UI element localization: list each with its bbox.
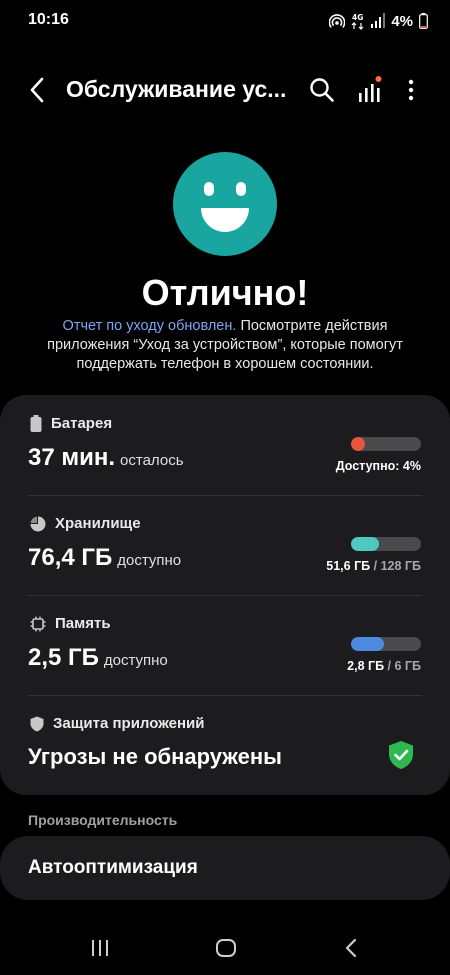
battery-value: 37 мин. xyxy=(28,444,116,471)
app-protection-label: Защита приложений xyxy=(53,715,205,732)
battery-icon xyxy=(419,13,428,29)
battery-label: Батарея xyxy=(51,415,113,432)
app-protection-value: Угрозы не обнаружены xyxy=(28,744,282,769)
storage-row[interactable]: Хранилище 76,4 ГБ доступно 51,6 ГБ / 128… xyxy=(0,495,450,595)
home-icon[interactable] xyxy=(215,937,237,959)
memory-bar xyxy=(351,637,421,651)
hotspot-icon xyxy=(329,14,346,28)
app-protection-row[interactable]: Защита приложений Угрозы не обнаружены xyxy=(0,695,450,795)
storage-value: 76,4 ГБ xyxy=(28,544,113,571)
storage-detail: 51,6 ГБ / 128 ГБ xyxy=(326,559,421,573)
svg-text:4G: 4G xyxy=(352,13,363,22)
battery-row[interactable]: Батарея 37 мин. осталось Доступно: 4% xyxy=(0,395,450,495)
battery-bar-fill xyxy=(351,437,365,451)
memory-total: / 6 ГБ xyxy=(387,659,421,673)
storage-suffix: доступно xyxy=(117,552,182,569)
battery-suffix: осталось xyxy=(120,452,184,469)
memory-row[interactable]: Память 2,5 ГБ доступно 2,8 ГБ / 6 ГБ xyxy=(0,595,450,695)
shield-icon xyxy=(30,716,44,731)
storage-total: / 128 ГБ xyxy=(373,559,421,573)
battery-icon xyxy=(30,415,42,432)
memory-bar-fill xyxy=(351,637,384,651)
navigation-bar xyxy=(0,925,450,975)
storage-bar-fill xyxy=(351,537,380,551)
storage-bar xyxy=(351,537,421,551)
signal-icon xyxy=(371,13,386,28)
care-report-link[interactable]: Отчет по уходу обновлен. xyxy=(63,318,237,334)
battery-bar xyxy=(351,437,421,451)
memory-detail: 2,8 ГБ / 6 ГБ xyxy=(347,659,421,673)
nav-back-icon[interactable] xyxy=(344,937,358,959)
search-icon[interactable] xyxy=(308,76,336,104)
status-heading: Отлично! xyxy=(141,272,309,313)
app-bar: Обслуживание ус... xyxy=(0,64,450,116)
back-icon[interactable] xyxy=(24,74,52,106)
performance-section-header: Производительность xyxy=(28,812,178,828)
storage-used: 51,6 ГБ xyxy=(326,559,371,573)
memory-used: 2,8 ГБ xyxy=(347,659,385,673)
status-description: Отчет по уходу обновлен. Посмотрите дейс… xyxy=(30,317,420,374)
4g-data-icon: 4G xyxy=(351,13,364,30)
device-care-card: Батарея 37 мин. осталось Доступно: 4% Хр… xyxy=(0,395,450,795)
storage-label: Хранилище xyxy=(55,515,141,532)
battery-detail: Доступно: 4% xyxy=(335,459,421,473)
page-title: Обслуживание ус... xyxy=(66,76,287,102)
auto-optimization-label: Автооптимизация xyxy=(28,857,198,878)
auto-optimization-item[interactable]: Автооптимизация xyxy=(0,836,450,900)
more-icon[interactable] xyxy=(400,74,422,106)
recents-icon[interactable] xyxy=(90,937,110,959)
memory-label: Память xyxy=(55,615,111,632)
battery-percent: 4% xyxy=(391,12,413,30)
memory-value: 2,5 ГБ xyxy=(28,644,99,671)
smiley-face-icon xyxy=(173,152,277,256)
status-time: 10:16 xyxy=(28,11,69,28)
status-icons: 4G 4% xyxy=(329,10,428,32)
memory-chip-icon xyxy=(30,616,46,631)
storage-pie-icon xyxy=(30,516,46,531)
shield-check-icon xyxy=(389,741,413,769)
memory-suffix: доступно xyxy=(103,652,168,669)
stats-icon[interactable] xyxy=(356,74,384,106)
status-bar: 10:16 4G 4% xyxy=(0,0,450,44)
